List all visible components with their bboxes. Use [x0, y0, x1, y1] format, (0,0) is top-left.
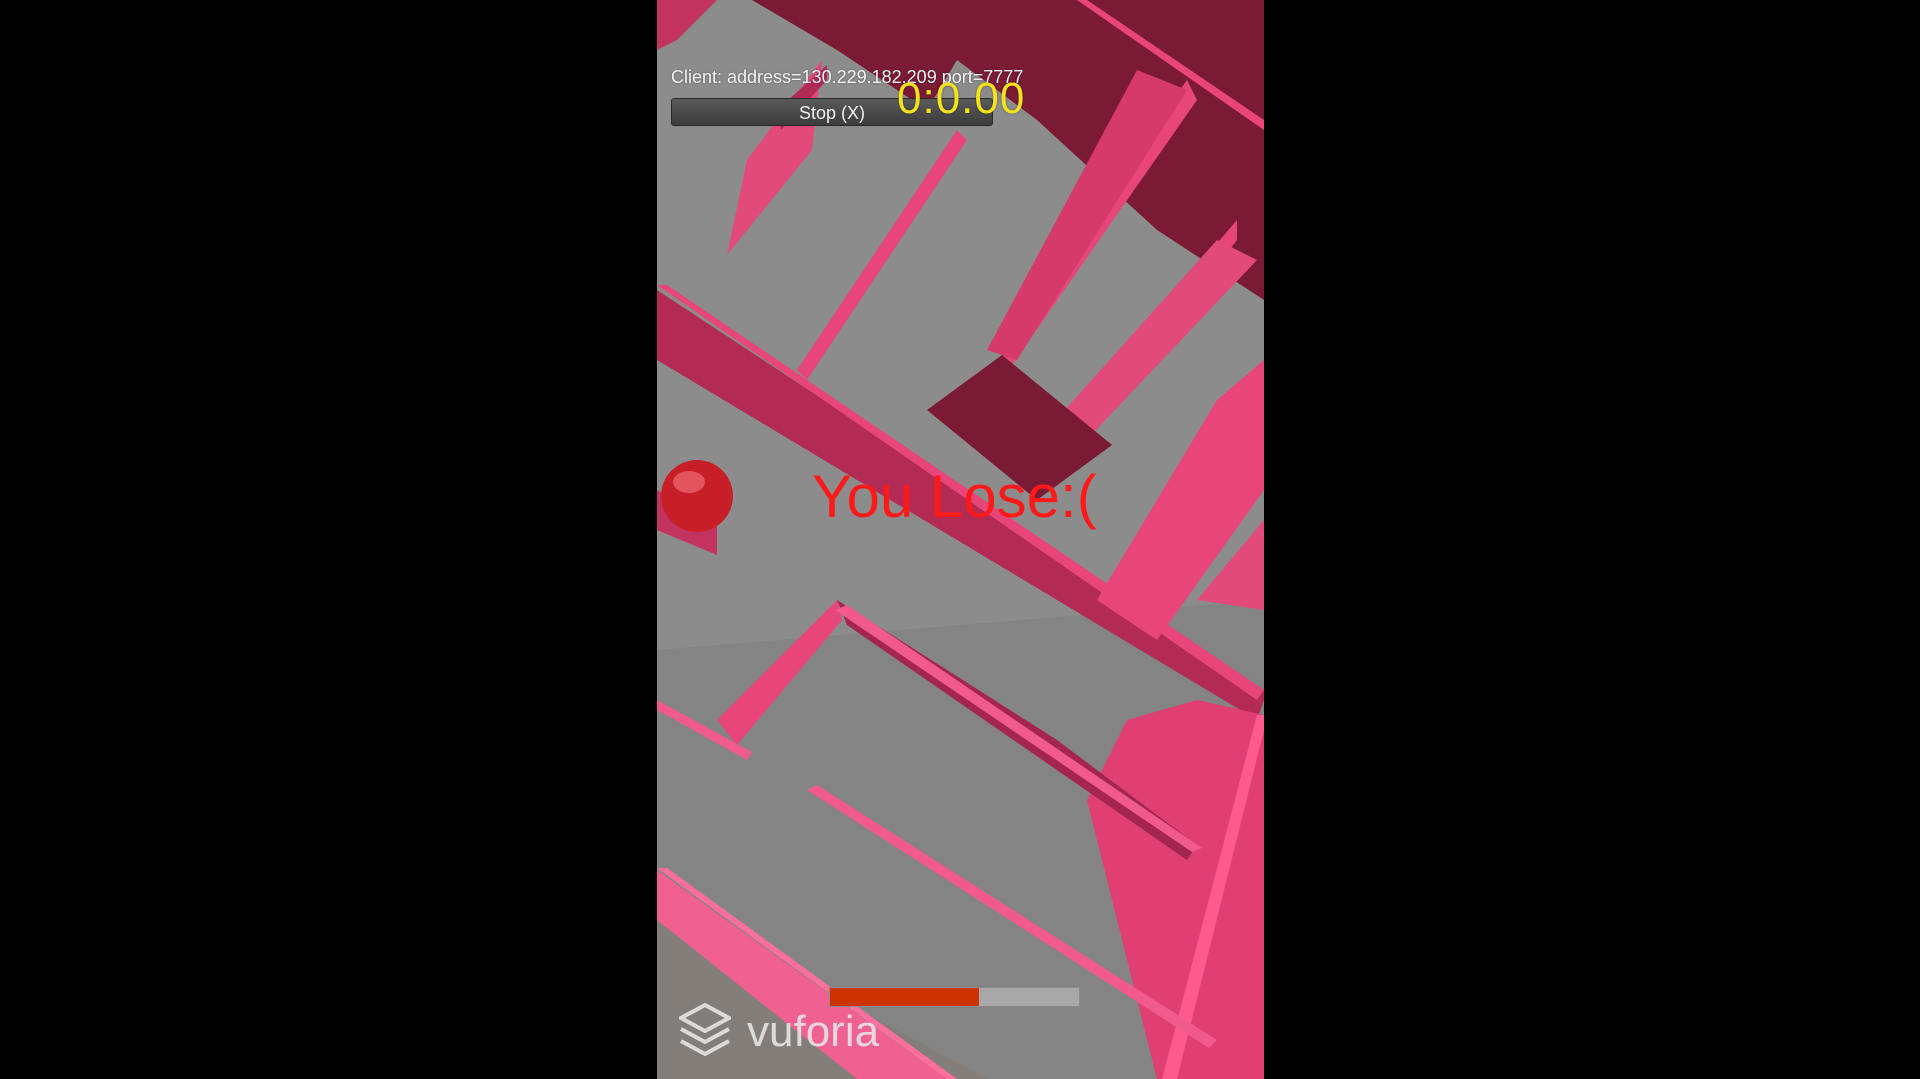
game-over-message: You Lose:( — [812, 463, 1097, 530]
app-screen: Client: address=130.229.182.209 port=777… — [0, 0, 1920, 1079]
game-timer: 0:0.00 — [897, 74, 1026, 123]
vuforia-watermark: vuforia — [679, 1002, 879, 1062]
phone-viewport: Client: address=130.229.182.209 port=777… — [657, 0, 1264, 1079]
maze-scene — [657, 0, 1264, 1079]
player-ball-highlight — [673, 471, 705, 493]
vuforia-logo-icon — [679, 1003, 731, 1057]
player-ball — [661, 460, 733, 532]
vuforia-watermark-text: vuforia — [747, 1007, 880, 1056]
